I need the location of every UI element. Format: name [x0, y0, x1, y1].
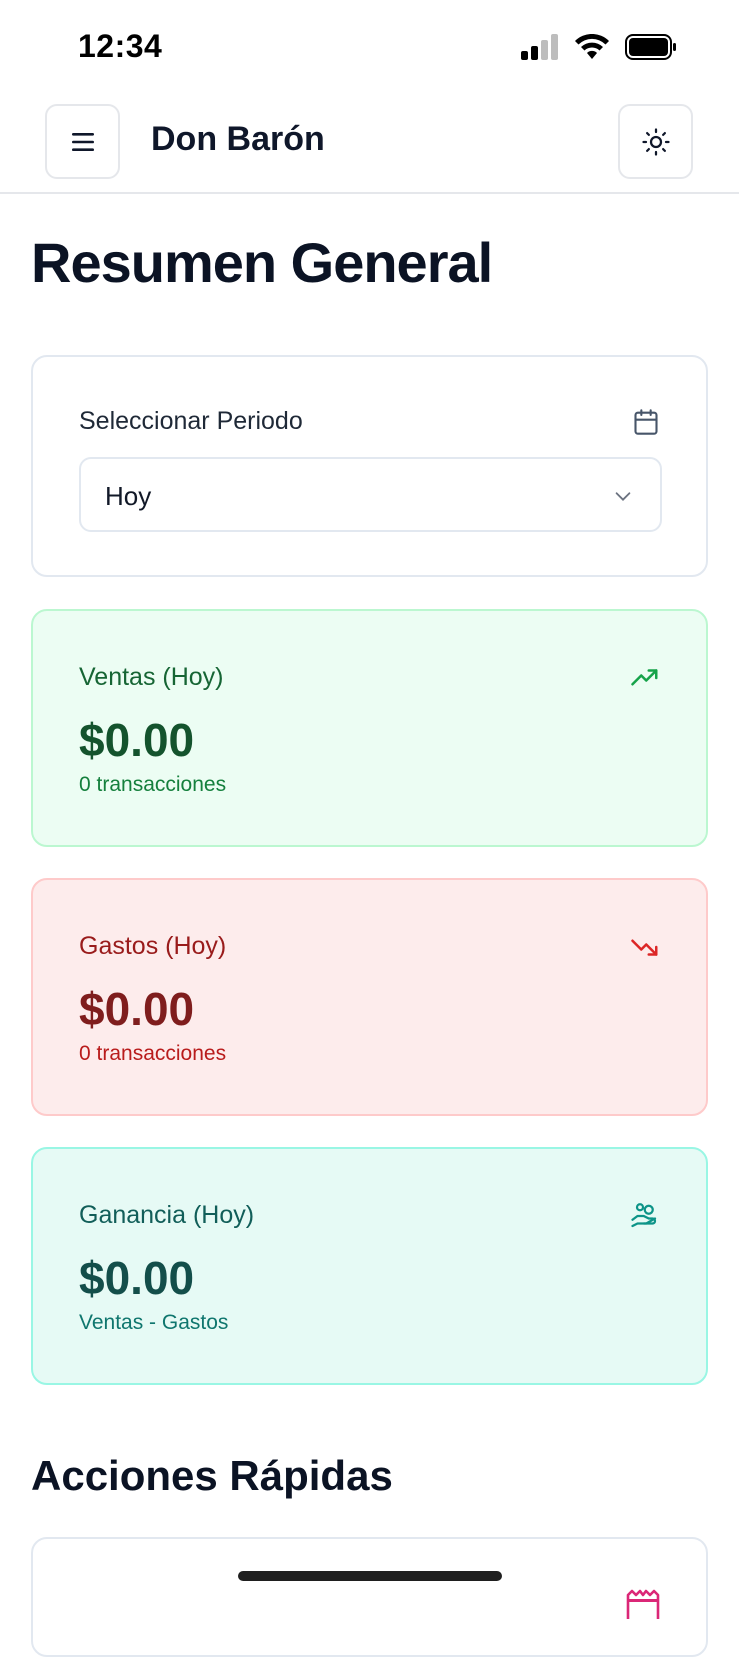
- signal-icon: [521, 34, 558, 60]
- menu-button[interactable]: [45, 104, 120, 179]
- period-select[interactable]: Hoy: [79, 457, 662, 532]
- hamburger-menu-icon: [71, 132, 94, 151]
- profit-subtext: Ventas - Gastos: [79, 1311, 229, 1334]
- trending-down-icon: [631, 939, 658, 956]
- status-bar: 12:34: [0, 0, 739, 98]
- period-select-value: Hoy: [105, 481, 152, 511]
- page-title: Resumen General: [31, 231, 493, 294]
- period-label: Seleccionar Periodo: [79, 407, 303, 435]
- sales-label: Ventas (Hoy): [79, 663, 224, 691]
- receipt-icon: [626, 1589, 660, 1619]
- quick-actions-title: Acciones Rápidas: [31, 1452, 393, 1499]
- profit-value: $0.00: [79, 1252, 195, 1304]
- app-header: Don Barón: [0, 98, 739, 194]
- sales-subtext: 0 transacciones: [79, 773, 227, 796]
- status-icons: [521, 34, 677, 60]
- sales-value: $0.00: [79, 714, 195, 766]
- expenses-value: $0.00: [79, 983, 195, 1035]
- period-card: Seleccionar Periodo Hoy: [31, 355, 708, 577]
- expenses-subtext: 0 transacciones: [79, 1042, 227, 1065]
- profit-card: Ganancia (Hoy) $0.00 Ventas - Gastos: [31, 1147, 708, 1385]
- hand-coins-icon: [631, 1203, 657, 1228]
- quick-action-card[interactable]: [31, 1537, 708, 1657]
- expenses-label: Gastos (Hoy): [79, 932, 227, 960]
- chevron-down-icon: [615, 492, 631, 501]
- profit-label: Ganancia (Hoy): [79, 1201, 255, 1229]
- sales-card: Ventas (Hoy) $0.00 0 transacciones: [31, 609, 708, 847]
- trending-up-icon: [631, 669, 658, 686]
- wifi-icon: [575, 34, 609, 59]
- status-time: 12:34: [78, 28, 163, 64]
- calendar-icon: [634, 409, 658, 435]
- theme-toggle-button[interactable]: [618, 104, 693, 179]
- battery-icon: [625, 34, 676, 60]
- home-indicator: [238, 1571, 502, 1581]
- expenses-card: Gastos (Hoy) $0.00 0 transacciones: [31, 878, 708, 1116]
- sun-icon: [641, 127, 670, 156]
- app-title: Don Barón: [151, 120, 325, 158]
